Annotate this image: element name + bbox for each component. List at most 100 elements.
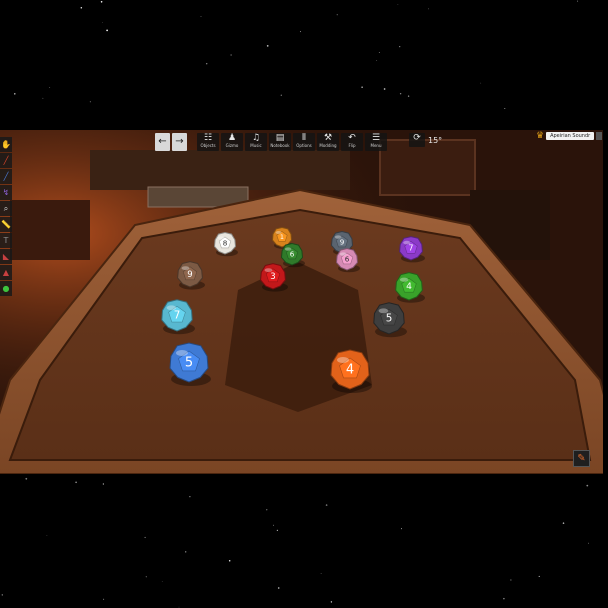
- star: [361, 86, 363, 88]
- rotation-value: 15°: [428, 135, 443, 145]
- text-tool[interactable]: T: [0, 233, 12, 248]
- star: [102, 22, 103, 24]
- star: [178, 606, 180, 608]
- die-number: 1: [280, 233, 284, 241]
- line-icon: ╱: [3, 172, 9, 181]
- gizmo-button[interactable]: ♟ Gizmo: [221, 133, 243, 151]
- star: [205, 62, 208, 65]
- star: [586, 484, 589, 487]
- edit-button[interactable]: ✎: [573, 450, 590, 467]
- star: [510, 579, 512, 581]
- options-button[interactable]: ⦀ Options: [293, 133, 315, 151]
- rotate-icon: ⟳: [413, 133, 421, 143]
- zoom-icon: ⌕: [3, 203, 9, 213]
- back-button[interactable]: ←: [155, 133, 170, 151]
- window-frame: [379, 139, 476, 196]
- star: [1, 594, 3, 596]
- star: [200, 16, 202, 18]
- snap-tool[interactable]: ◣: [0, 249, 12, 264]
- ruler-tool[interactable]: 📏: [0, 217, 12, 232]
- line-tool[interactable]: ╱: [0, 169, 12, 184]
- player-name[interactable]: Apeirian Soundr: [546, 132, 595, 140]
- hidden-zone-tool[interactable]: ▲: [0, 265, 12, 280]
- objects-icon: ☷: [203, 133, 213, 143]
- arrow-right-icon: →: [175, 136, 184, 147]
- die-number: 8: [223, 238, 228, 247]
- star: [428, 8, 429, 10]
- star: [336, 14, 338, 16]
- rotate-button[interactable]: ⟳: [409, 133, 425, 147]
- die-number: 6: [290, 249, 295, 258]
- die-number: 5: [185, 355, 193, 370]
- star: [106, 29, 108, 32]
- zoom-tool[interactable]: ⌕: [0, 201, 12, 216]
- star: [503, 597, 505, 600]
- star: [401, 528, 402, 530]
- star: [46, 535, 48, 537]
- star: [89, 101, 91, 103]
- music-button[interactable]: ♫ Music: [245, 133, 267, 151]
- menu-button[interactable]: ☰ Menu: [365, 133, 387, 151]
- die-number: 9: [187, 270, 192, 280]
- star: [185, 551, 187, 553]
- player-menu-button[interactable]: [596, 132, 603, 140]
- star: [325, 504, 328, 506]
- star: [75, 481, 77, 484]
- die-number: 6: [345, 254, 350, 263]
- speaker-icon: ♫: [251, 133, 261, 143]
- star: [376, 60, 378, 61]
- toolbar-label: Objects: [200, 143, 216, 148]
- star: [397, 4, 399, 6]
- star: [399, 92, 402, 95]
- objects-button[interactable]: ☷ Objects: [197, 133, 219, 151]
- grab-tool[interactable]: ✋: [0, 137, 12, 152]
- star: [538, 575, 540, 577]
- forward-button[interactable]: →: [172, 133, 187, 151]
- menu-icon: ☰: [371, 133, 381, 143]
- tabletop-scene[interactable]: 8197963647 55 4: [0, 130, 603, 474]
- rotation-control: ⟳ 15°: [409, 133, 442, 147]
- chair-left: [10, 200, 90, 260]
- star: [103, 598, 105, 600]
- color-tool[interactable]: ●: [0, 281, 12, 296]
- pen-tool[interactable]: ╱: [0, 153, 12, 168]
- toolbar-label: Options: [296, 143, 312, 148]
- hammer-wrench-icon: ⚒: [323, 133, 333, 143]
- star: [407, 95, 410, 97]
- options-icon: ⦀: [302, 133, 306, 143]
- player-list: ♛ Apeirian Soundr: [536, 131, 603, 141]
- star: [277, 587, 280, 589]
- star: [320, 573, 322, 574]
- flip-button[interactable]: ↶ Flip: [341, 133, 363, 151]
- star: [266, 45, 269, 47]
- modding-button[interactable]: ⚒ Modding: [317, 133, 339, 151]
- star: [399, 46, 401, 48]
- flick-tool[interactable]: ↯: [0, 185, 12, 200]
- star: [228, 560, 231, 562]
- arrow-left-icon: ←: [158, 136, 167, 147]
- toolbar-label: Music: [250, 143, 262, 148]
- pen-icon: ╱: [3, 156, 9, 165]
- star: [330, 601, 333, 603]
- star: [100, 0, 103, 3]
- star: [42, 97, 44, 99]
- star: [102, 483, 105, 485]
- toolbar-label: Gizmo: [225, 143, 239, 148]
- toolbar-label: Menu: [370, 143, 382, 148]
- star: [280, 94, 282, 96]
- game-viewport[interactable]: 8197963647554: [0, 130, 603, 474]
- color-icon: ●: [2, 284, 10, 293]
- die-number: 9: [340, 237, 345, 246]
- shelf: [90, 150, 350, 190]
- toolbar-label: Flip: [348, 143, 356, 148]
- star: [161, 581, 163, 582]
- notebook-button[interactable]: ▤ Notebook: [269, 133, 291, 151]
- star: [577, 0, 579, 2]
- star: [189, 496, 191, 498]
- toolbar-label: Notebook: [270, 143, 290, 148]
- star: [144, 536, 146, 539]
- hand-icon: ✋: [1, 140, 11, 149]
- main-toolbar: ← → ☷ Objects ♟ Gizmo ♫ Music ▤ Notebook ⦀ Option…: [155, 133, 387, 151]
- snap-icon: ◣: [2, 252, 10, 261]
- left-toolbar: ✋ ╱ ╱ ↯ ⌕ 📏 T ◣ ▲ ●: [0, 137, 12, 296]
